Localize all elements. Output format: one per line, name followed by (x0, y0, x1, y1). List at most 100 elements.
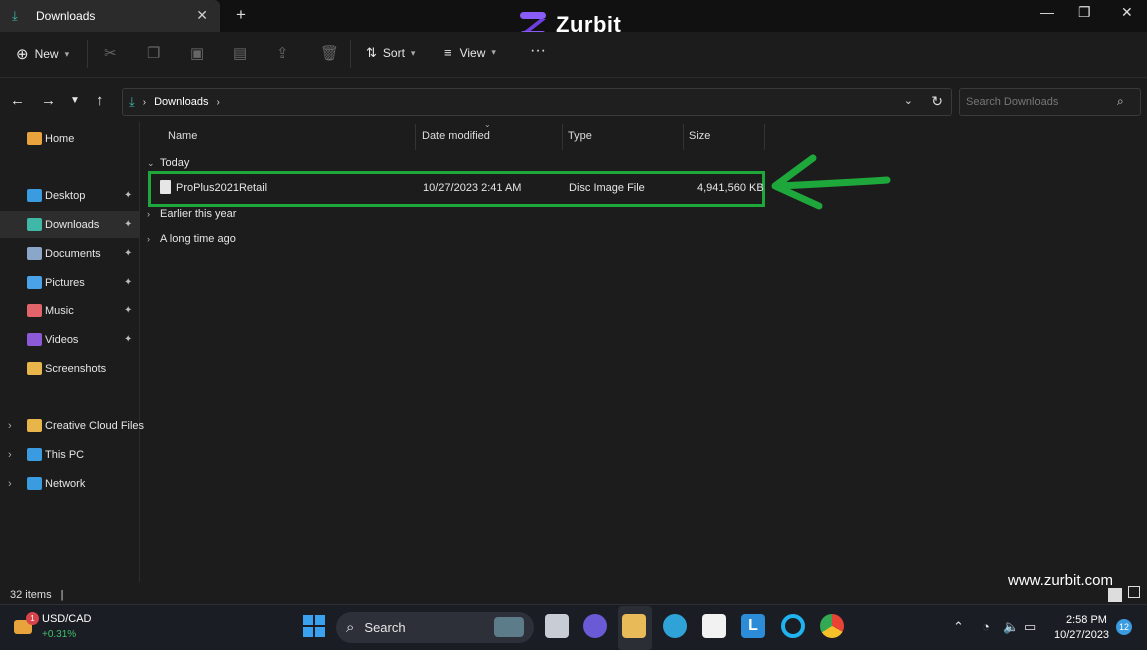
group-long-time-ago[interactable]: › A long time ago (147, 233, 236, 245)
expand-chevron-icon[interactable]: › (8, 420, 12, 432)
more-options-button[interactable]: ··· (530, 42, 546, 60)
pictures-icon (27, 276, 42, 289)
chevron-down-icon: ▾ (491, 47, 496, 57)
notification-count-badge[interactable]: 12 (1116, 619, 1132, 635)
column-header-size[interactable]: Size (689, 130, 710, 142)
copy-icon[interactable]: ❐ (147, 44, 160, 62)
chat-icon[interactable] (583, 614, 607, 638)
view-button[interactable]: ≡ View ▾ (444, 45, 496, 60)
download-icon: ⤓ (129, 94, 135, 109)
search-input[interactable] (959, 88, 1141, 116)
close-window-button[interactable]: ✕ (1121, 4, 1133, 21)
table-row[interactable]: ProPlus2021Retail 10/27/2023 2:41 AM Dis… (151, 174, 764, 204)
clock-date[interactable]: 10/27/2023 (1054, 629, 1109, 641)
column-header-type[interactable]: Type (568, 130, 592, 142)
task-view-icon[interactable] (545, 614, 569, 638)
tab-downloads[interactable]: ⤓ Downloads ✕ (0, 0, 220, 32)
forward-icon[interactable]: → (41, 92, 56, 109)
desktop-icon (27, 189, 42, 202)
home-icon (27, 132, 42, 145)
group-today[interactable]: ⌄ Today (147, 157, 189, 169)
edge-icon[interactable] (663, 614, 687, 638)
taskbar-search[interactable]: ⌕ Search (336, 612, 534, 643)
pin-icon[interactable]: ✦ (124, 219, 132, 230)
new-button[interactable]: ⊕ New ▾ (16, 45, 69, 63)
pin-icon[interactable]: ✦ (124, 334, 132, 345)
chrome-icon[interactable] (820, 614, 844, 638)
delete-icon[interactable]: 🗑 (320, 44, 339, 62)
network-icon (27, 477, 42, 490)
ticker-symbol[interactable]: USD/CAD (42, 613, 92, 625)
address-bar[interactable]: ⤓ › Downloads › ⌄ ↻ (122, 88, 952, 116)
sidebar-item-desktop[interactable]: Desktop ✦ (0, 182, 140, 209)
pin-icon[interactable]: ✦ (124, 305, 132, 316)
sidebar-item-label: Documents (45, 247, 101, 260)
clock-time[interactable]: 2:58 PM (1066, 614, 1107, 626)
paste-icon[interactable]: ▣ (190, 44, 204, 62)
pin-icon[interactable]: ✦ (124, 277, 132, 288)
chevron-right-icon: › (147, 234, 150, 244)
store-icon[interactable] (702, 614, 726, 638)
show-hidden-icons-icon[interactable]: ⌃ (953, 619, 964, 635)
sidebar-item-pictures[interactable]: Pictures ✦ (0, 269, 140, 296)
windows-icon (303, 615, 325, 637)
battery-icon[interactable]: ▭ (1024, 619, 1036, 635)
sidebar-item-videos[interactable]: Videos ✦ (0, 326, 140, 353)
sidebar-item-network[interactable]: › Network (0, 470, 140, 497)
file-list: Name Date modified ⌄ Type Size ⌄ Today P… (141, 120, 1147, 582)
start-button[interactable] (302, 614, 326, 638)
sidebar-item-screenshots[interactable]: Screenshots (0, 355, 140, 382)
volume-icon[interactable]: 🔈 (1003, 619, 1019, 635)
expand-chevron-icon[interactable]: › (8, 449, 12, 461)
back-icon[interactable]: ← (10, 92, 25, 109)
pin-icon[interactable]: ✦ (124, 248, 132, 259)
sidebar-item-downloads[interactable]: Downloads ✦ (0, 211, 140, 238)
group-earlier-this-year[interactable]: › Earlier this year (147, 208, 236, 220)
alexa-icon[interactable] (781, 614, 805, 638)
notification-badge: 1 (26, 612, 39, 625)
rename-icon[interactable]: ▤ (233, 44, 247, 62)
widgets-button[interactable]: 1 (14, 612, 39, 638)
expand-chevron-icon[interactable]: › (8, 478, 12, 490)
sidebar-item-label: Desktop (45, 189, 86, 202)
column-header-date[interactable]: Date modified (422, 130, 490, 142)
pin-icon[interactable]: ✦ (124, 190, 132, 201)
file-name: ProPlus2021Retail (176, 182, 268, 194)
column-divider[interactable] (562, 124, 563, 150)
l-app-icon[interactable]: L (741, 614, 765, 638)
search-highlight-image (494, 617, 524, 637)
up-icon[interactable]: ↑ (96, 92, 104, 109)
details-view-icon[interactable] (1108, 588, 1122, 602)
recent-chevron-icon[interactable]: ▼ (70, 95, 80, 106)
tab-close-icon[interactable]: ✕ (196, 7, 208, 24)
share-icon[interactable]: ⇪ (276, 44, 289, 62)
sidebar-item-this-pc[interactable]: › This PC (0, 441, 140, 468)
column-header-name[interactable]: Name (168, 130, 197, 142)
view-icon: ≡ (444, 45, 452, 60)
refresh-icon[interactable]: ↻ (931, 93, 943, 110)
search-icon[interactable]: ⌕ (1117, 94, 1124, 109)
minimize-button[interactable]: — (1040, 4, 1054, 20)
sidebar-item-label: Pictures (45, 276, 85, 289)
column-divider[interactable] (415, 124, 416, 150)
cut-icon[interactable]: ✂ (104, 44, 117, 62)
chevron-right-icon: › (147, 209, 150, 219)
breadcrumb-chevron-icon[interactable]: › (217, 97, 220, 108)
ticker-change: +0.31% (42, 629, 77, 640)
sidebar-item-documents[interactable]: Documents ✦ (0, 240, 140, 267)
new-tab-button[interactable]: + (236, 5, 246, 25)
sidebar-item-creative-cloud-files[interactable]: › Creative Cloud Files (0, 412, 144, 439)
tab-title: Downloads (36, 9, 96, 23)
sidebar-item-music[interactable]: Music ✦ (0, 297, 140, 324)
sort-button[interactable]: ⇅ Sort ▾ (366, 45, 415, 61)
breadcrumb-downloads[interactable]: Downloads (154, 96, 208, 108)
tiles-view-icon[interactable] (1128, 586, 1140, 598)
column-divider[interactable] (764, 124, 765, 150)
view-label: View (459, 45, 486, 60)
sidebar-item-home[interactable]: Home (0, 125, 140, 152)
column-divider[interactable] (683, 124, 684, 150)
maximize-button[interactable]: ❐ (1078, 4, 1091, 21)
wifi-icon[interactable]: ◔ (982, 619, 990, 634)
chevron-down-icon: ⌄ (147, 157, 155, 168)
address-dropdown-icon[interactable]: ⌄ (904, 94, 913, 107)
